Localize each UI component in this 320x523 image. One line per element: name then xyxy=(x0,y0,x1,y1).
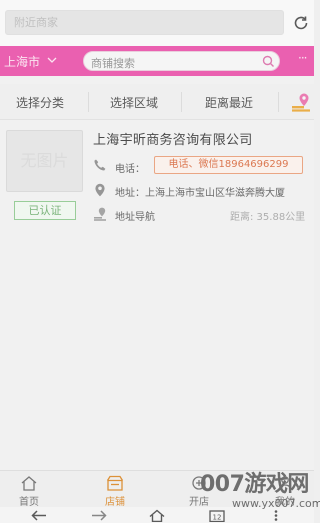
chevron-down-icon[interactable] xyxy=(46,55,58,65)
filter-distance[interactable]: 距离最近 xyxy=(205,94,253,111)
tab-shop[interactable]: 店铺 xyxy=(90,474,140,508)
search-icon[interactable] xyxy=(262,55,275,68)
tab-home[interactable]: 首页 xyxy=(4,474,54,508)
top-bar: 附近商家 xyxy=(0,0,314,46)
store-name[interactable]: 上海宇昕商务咨询有限公司 xyxy=(93,129,253,148)
shop-icon xyxy=(106,475,124,491)
dim-overlay xyxy=(0,0,314,523)
navigation-icon xyxy=(94,207,106,221)
navigation-row[interactable]: 地址导航 距离: 35.88公里 xyxy=(93,207,311,223)
tab-shop-label: 店铺 xyxy=(105,497,125,508)
back-arrow-icon[interactable] xyxy=(30,509,48,522)
filter-bar: 选择分类 选择区域 距离最近 xyxy=(0,84,314,120)
watermark-brand: 007游戏网 xyxy=(200,472,309,497)
more-menu-icon[interactable]: ··· xyxy=(298,51,308,65)
phone-icon xyxy=(94,159,106,171)
overflow-menu-icon[interactable] xyxy=(272,509,280,522)
divider xyxy=(88,92,89,112)
divider xyxy=(278,92,279,112)
store-thumbnail: 无图片 xyxy=(6,130,83,192)
filter-category[interactable]: 选择分类 xyxy=(16,94,64,111)
tabs-icon[interactable]: 12 xyxy=(208,509,226,522)
filter-region[interactable]: 选择区域 xyxy=(110,94,158,111)
shop-search-input[interactable]: 商铺搜索 xyxy=(83,51,280,71)
location-icon xyxy=(95,183,105,197)
navigation-label[interactable]: 地址导航 xyxy=(115,208,155,223)
watermark-url: www.yx007.com xyxy=(232,497,320,510)
city-selector[interactable]: 上海市 xyxy=(4,53,40,70)
app-screen: 附近商家 上海市 商铺搜索 ··· 选择分类 选择区域 距离最近 无图片 已认证… xyxy=(0,0,320,523)
store-distance: 距离: 35.88公里 xyxy=(230,212,306,223)
map-pin-icon[interactable] xyxy=(290,92,312,112)
svg-text:12: 12 xyxy=(213,514,222,522)
forward-arrow-icon[interactable] xyxy=(90,509,108,522)
store-address: 地址：上海上海市宝山区华滋奔腾大厦 xyxy=(115,188,285,199)
shop-search-placeholder: 商铺搜索 xyxy=(91,57,135,70)
call-wechat-button[interactable]: 电话、微信18964696299 xyxy=(154,156,303,174)
phone-label: 电话： xyxy=(115,164,145,175)
tab-home-label: 首页 xyxy=(19,497,39,508)
store-list-item[interactable]: 无图片 已认证 上海宇昕商务咨询有限公司 电话： 电话、微信1896469629… xyxy=(0,121,314,233)
refresh-icon[interactable] xyxy=(292,14,310,32)
header-bar: 上海市 商铺搜索 ··· xyxy=(0,46,314,76)
home-button-icon[interactable] xyxy=(148,509,166,522)
home-icon xyxy=(21,476,37,491)
divider xyxy=(181,92,182,112)
nearby-search-input[interactable]: 附近商家 xyxy=(5,10,284,35)
verified-badge: 已认证 xyxy=(14,201,76,220)
